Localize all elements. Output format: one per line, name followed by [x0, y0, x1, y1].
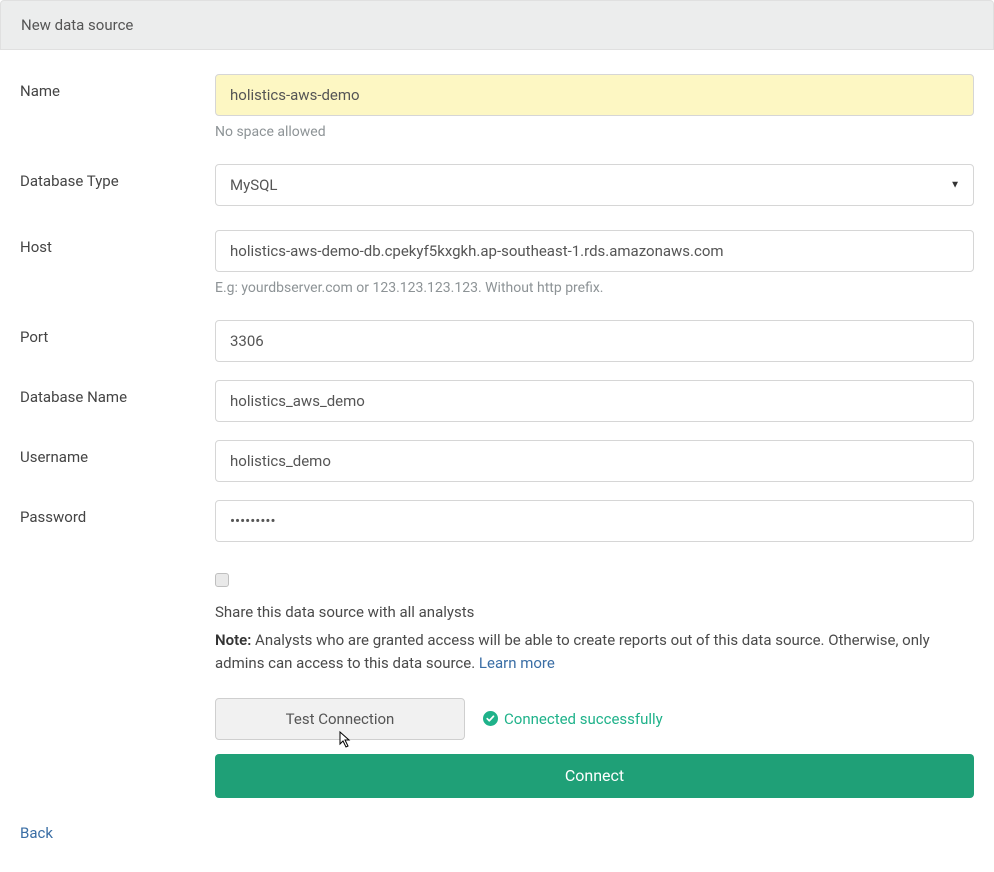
share-checkbox[interactable] — [215, 573, 229, 587]
note-prefix: Note: — [215, 631, 251, 649]
connection-status: Connected successfully — [483, 710, 663, 728]
username-input[interactable] — [215, 440, 974, 482]
port-input[interactable] — [215, 320, 974, 362]
name-input[interactable] — [215, 74, 974, 116]
password-input[interactable] — [215, 500, 974, 542]
host-hint: E.g: yourdbserver.com or 123.123.123.123… — [215, 280, 974, 296]
label-empty — [20, 572, 215, 580]
name-hint: No space allowed — [215, 124, 974, 140]
field-col-name: No space allowed — [215, 74, 974, 140]
share-row: Share this data source with all analysts — [215, 572, 974, 621]
row-lower: Share this data source with all analysts… — [20, 572, 974, 798]
label-name: Name — [20, 74, 215, 100]
status-text: Connected successfully — [504, 710, 663, 728]
field-col-port — [215, 320, 974, 362]
dbname-input[interactable] — [215, 380, 974, 422]
row-dbtype: Database Type MySQL ▼ — [20, 164, 974, 206]
panel-header: New data source — [0, 0, 994, 50]
dbtype-select[interactable]: MySQL — [215, 164, 974, 206]
row-host: Host E.g: yourdbserver.com or 123.123.12… — [20, 230, 974, 296]
note-body: Analysts who are granted access will be … — [215, 631, 930, 672]
panel-title: New data source — [21, 16, 133, 34]
lower-col: Share this data source with all analysts… — [215, 572, 974, 798]
back-link[interactable]: Back — [20, 824, 53, 842]
check-circle-icon — [483, 711, 498, 726]
field-col-dbtype: MySQL ▼ — [215, 164, 974, 206]
dbtype-select-wrap: MySQL ▼ — [215, 164, 974, 206]
label-password: Password — [20, 500, 215, 526]
label-dbname: Database Name — [20, 380, 215, 406]
host-input[interactable] — [215, 230, 974, 272]
row-port: Port — [20, 320, 974, 362]
field-col-host: E.g: yourdbserver.com or 123.123.123.123… — [215, 230, 974, 296]
field-col-dbname — [215, 380, 974, 422]
row-name: Name No space allowed — [20, 74, 974, 140]
actions-row: Test Connection Connected successfully — [215, 698, 974, 740]
test-connection-button[interactable]: Test Connection — [215, 698, 465, 740]
row-password: Password — [20, 500, 974, 542]
row-dbname: Database Name — [20, 380, 974, 422]
label-port: Port — [20, 320, 215, 346]
learn-more-link[interactable]: Learn more — [479, 654, 555, 672]
form-body: Name No space allowed Database Type MySQ… — [0, 74, 994, 872]
label-username: Username — [20, 440, 215, 466]
share-note: Note: Analysts who are granted access wi… — [215, 629, 974, 676]
field-col-username — [215, 440, 974, 482]
label-host: Host — [20, 230, 215, 256]
share-label: Share this data source with all analysts — [215, 603, 474, 621]
field-col-password — [215, 500, 974, 542]
row-username: Username — [20, 440, 974, 482]
connect-button[interactable]: Connect — [215, 754, 974, 798]
label-dbtype: Database Type — [20, 164, 215, 190]
